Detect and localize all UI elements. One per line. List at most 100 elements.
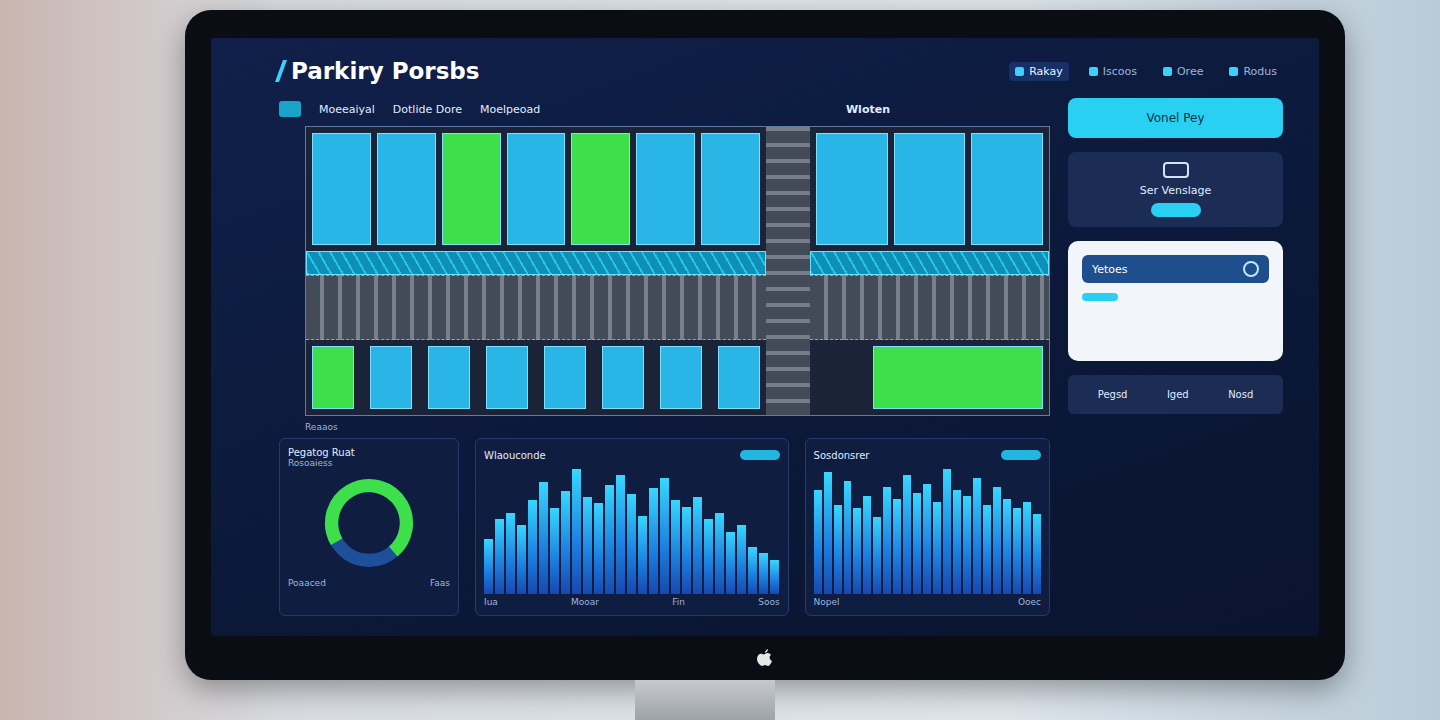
chart-card: Sosdonsrer NopelOoec — [805, 438, 1050, 616]
chart-bar — [715, 513, 724, 594]
chart-bar — [1003, 499, 1011, 594]
monitor-stand — [635, 680, 775, 720]
chart-bar — [943, 469, 951, 594]
chart-bar — [649, 488, 658, 594]
chart-bar — [844, 481, 852, 594]
spot-row — [306, 340, 766, 415]
gauge-card: Pegatog Ruat Rosoaiess PoaacedFaas — [279, 438, 459, 616]
toolbar-item[interactable]: Moelpeoad — [480, 103, 540, 116]
gauge-labels: PoaacedFaas — [288, 578, 450, 588]
square-icon — [1229, 67, 1238, 76]
chart-bar — [933, 502, 941, 594]
parking-spot[interactable] — [971, 133, 1043, 245]
side-panel: Vonel Pey Ser Venslage Yetoes PegsdIgedN… — [1068, 98, 1283, 616]
chart-bar — [737, 525, 746, 594]
chart-ticks: IuaMooarFinSoos — [484, 594, 780, 607]
parking-map[interactable] — [305, 126, 1050, 416]
chart-bar — [973, 478, 981, 594]
lot-right — [810, 127, 1049, 415]
chart-bar — [539, 482, 548, 595]
chart-bar — [517, 525, 526, 594]
app-title: Parkiry Porsbs — [279, 58, 479, 84]
chart-bar — [484, 539, 493, 594]
apple-logo-icon — [757, 649, 773, 667]
parking-spot[interactable] — [816, 133, 888, 245]
gauge-subtitle: Rosoaiess — [288, 458, 332, 468]
primary-button[interactable]: Vonel Pey — [1068, 98, 1283, 138]
circle-icon[interactable] — [1243, 261, 1259, 277]
parking-spot[interactable] — [428, 346, 470, 409]
info-card: Yetoes — [1068, 241, 1283, 361]
chart-bar — [834, 505, 842, 594]
road — [306, 275, 766, 340]
chart-bar — [605, 485, 614, 594]
parking-spot[interactable] — [873, 346, 1043, 409]
main-column: MoeeaiyalDotlide DoreMoelpeoad Wloten Re… — [279, 98, 1050, 616]
chart-bar — [824, 472, 832, 594]
chart-tick: Nopel — [814, 597, 840, 607]
gauge-title: Pegatog Ruat — [288, 447, 355, 458]
parking-spot[interactable] — [370, 346, 412, 409]
chart-bar — [528, 500, 537, 594]
dashboard-screen: Parkiry Porsbs Rakay Iscoos Oree Rodus Moee… — [211, 38, 1319, 636]
chart-bar — [883, 487, 891, 594]
chart-bar — [873, 517, 881, 594]
nav-item[interactable]: Iscoos — [1083, 62, 1143, 81]
nav-item[interactable]: Rodus — [1223, 62, 1283, 81]
toggle-pill[interactable] — [1151, 203, 1201, 217]
parking-spot[interactable] — [442, 133, 501, 245]
action-item[interactable]: Pegsd — [1098, 389, 1128, 400]
toolbar: MoeeaiyalDotlide DoreMoelpeoad Wloten — [279, 98, 1050, 120]
chart-pill[interactable] — [1001, 450, 1041, 460]
parking-spot[interactable] — [312, 346, 354, 409]
chart-bar — [993, 487, 1001, 594]
parking-spot[interactable] — [486, 346, 528, 409]
nav-item[interactable]: Oree — [1157, 62, 1209, 81]
spot-row — [810, 340, 1049, 415]
chart-bar — [583, 497, 592, 594]
action-item[interactable]: Nosd — [1228, 389, 1253, 400]
top-nav: Rakay Iscoos Oree Rodus — [1009, 62, 1283, 81]
chart-bar — [682, 507, 691, 595]
nav-item[interactable]: Rakay — [1009, 62, 1069, 81]
monitor-chin — [211, 636, 1319, 680]
bar-chart — [484, 463, 780, 594]
hatch-strip — [810, 251, 1049, 275]
toolbar-item[interactable]: Moeeaiyal — [319, 103, 375, 116]
spot-row — [810, 127, 1049, 251]
parking-spot[interactable] — [507, 133, 566, 245]
parking-spot[interactable] — [894, 133, 966, 245]
hatch-strip — [306, 251, 766, 275]
chart-bar — [1033, 514, 1041, 594]
chart-bar — [572, 469, 581, 594]
chart-bar — [863, 496, 871, 594]
parking-spot[interactable] — [636, 133, 695, 245]
chart-bar — [704, 519, 713, 594]
chart-bar — [770, 560, 779, 594]
spot-row — [306, 127, 766, 251]
menu-icon[interactable] — [279, 101, 301, 117]
car-icon — [1163, 162, 1189, 178]
road — [810, 275, 1049, 340]
parking-spot[interactable] — [701, 133, 760, 245]
chart-bar — [953, 490, 961, 594]
chart-pill[interactable] — [740, 450, 780, 460]
parking-spot[interactable] — [660, 346, 702, 409]
logo-icon — [275, 60, 287, 82]
chart-bar — [913, 493, 921, 594]
chart-bar — [638, 516, 647, 594]
parking-spot[interactable] — [718, 346, 760, 409]
dashboard-body: MoeeaiyalDotlide DoreMoelpeoad Wloten Re… — [279, 98, 1283, 616]
chart-title: Sosdonsrer — [814, 450, 870, 461]
parking-spot[interactable] — [571, 133, 630, 245]
chart-bar — [1013, 508, 1021, 594]
toolbar-item[interactable]: Dotlide Dore — [393, 103, 462, 116]
parking-spot[interactable] — [602, 346, 644, 409]
info-tag — [1082, 293, 1118, 301]
action-item[interactable]: Iged — [1167, 389, 1189, 400]
parking-spot[interactable] — [377, 133, 436, 245]
chart-bar — [903, 475, 911, 594]
parking-spot[interactable] — [544, 346, 586, 409]
map-legend: Reaaos — [305, 422, 1050, 432]
parking-spot[interactable] — [312, 133, 371, 245]
